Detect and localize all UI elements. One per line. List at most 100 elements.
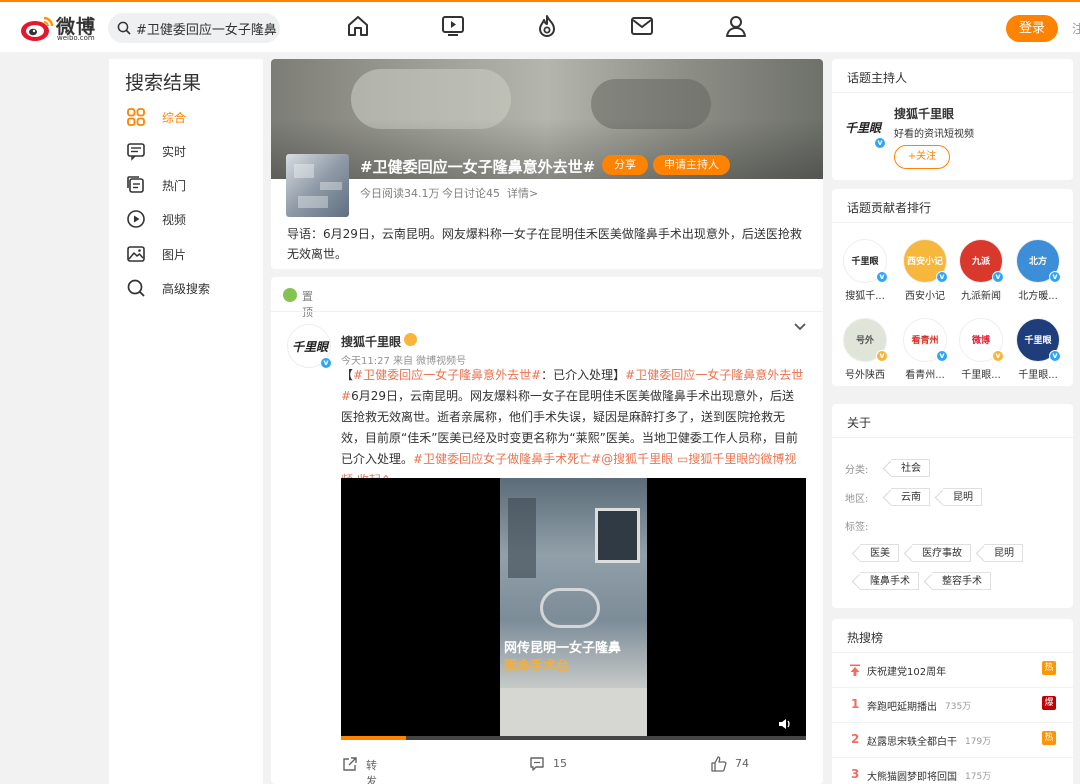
about-card-title: 关于 <box>847 416 872 430</box>
host-name[interactable]: 搜狐千里眼 <box>894 105 954 122</box>
hot-search-heat: 179万 <box>965 737 992 747</box>
post-body: 【#卫健委回应一女子隆鼻意外去世#：已介入处理】#卫健委回应一女子隆鼻意外去世#… <box>341 365 805 491</box>
sidebar-item-hot[interactable]: 热门 <box>126 175 256 195</box>
hot-icon <box>127 176 144 193</box>
contributor-avatar-text: 千里眼 <box>1024 336 1052 346</box>
contributor-card: 话题贡献者排行 千里眼 v 搜狐千... 西安小记 v 西安小记 九派 v 九派新闻 北方 v 北方暖… <box>832 189 1073 386</box>
contributor-avatar-text: 九派 <box>971 257 990 267</box>
tag-rhinoplasty[interactable]: 隆鼻手术 <box>860 572 919 590</box>
sidebar-item-label: 热门 <box>162 179 187 193</box>
post-card: 置顶 千里眼 v 搜狐千里眼 今天11:27 来自 微博视频号 【#卫健委回应一… <box>271 277 823 784</box>
grid-icon <box>127 108 145 126</box>
video-player[interactable]: 网传昆明一女子隆鼻 殒命手术台 <box>341 478 806 740</box>
post-text: 【 <box>341 368 354 382</box>
thumbs-up-icon <box>711 756 727 772</box>
apply-host-button[interactable]: 申请主持人 <box>653 155 730 175</box>
volume-icon[interactable] <box>778 718 792 730</box>
hot-rank: 1 <box>851 697 860 711</box>
hot-search-row[interactable]: 1 奔跑吧延期播出 735万 爆 <box>832 688 1073 723</box>
tag-medical-accident[interactable]: 医疗事故 <box>912 544 971 562</box>
video-icon <box>127 210 145 228</box>
sidebar-item-label: 视频 <box>162 213 187 227</box>
video-nav-icon[interactable] <box>441 14 465 38</box>
share-button[interactable]: 分享 <box>602 155 648 175</box>
author-name[interactable]: 搜狐千里眼 <box>341 333 401 350</box>
sidebar-item-label: 实时 <box>162 145 187 159</box>
message-icon[interactable] <box>630 14 654 38</box>
search-input[interactable] <box>136 13 278 43</box>
contributor-name[interactable]: 搜狐千... <box>839 287 891 302</box>
comment-icon <box>530 757 544 771</box>
sidebar-item-video[interactable]: 视频 <box>126 209 256 229</box>
hot-search-text[interactable]: 大熊猫圆梦即将回国 <box>867 768 957 783</box>
tag-cosmetic-surgery[interactable]: 整容手术 <box>932 572 991 590</box>
sidebar-item-realtime[interactable]: 实时 <box>126 141 256 161</box>
hot-fire-icon[interactable] <box>535 14 559 38</box>
contributor-name[interactable]: 北方暖... <box>1012 287 1064 302</box>
contributor-avatar-text: 看青州 <box>911 336 939 346</box>
sidebar-item-comprehensive[interactable]: 综合 <box>126 107 256 127</box>
logo-sub: weibo.com <box>57 34 95 42</box>
hot-search-card: 热搜榜 庆祝建党102周年热 1 奔跑吧延期播出 735万爆 2 赵露思宋轶全都白干 179… <box>832 619 1073 784</box>
sidebar-item-picture[interactable]: 图片 <box>126 244 256 264</box>
contributor-name[interactable]: 九派新闻 <box>955 287 1007 302</box>
contributor-name[interactable]: 千里眼... <box>955 366 1007 381</box>
hot-badge: 热 <box>1042 731 1056 745</box>
search-icon <box>117 21 131 35</box>
tag-society[interactable]: 社会 <box>891 459 930 477</box>
search-sidebar: 搜索结果 综合 实时 热门 视频 图片 高级搜索 <box>109 59 263 784</box>
verified-badge-icon: v <box>876 271 888 283</box>
contributor-avatar-text: 北方 <box>1028 257 1047 267</box>
post-link[interactable]: #卫健委回应女子做隆鼻手术死亡# <box>413 452 601 466</box>
topic-host-card: 话题主持人 千里眼 v 搜狐千里眼 好看的资讯短视频 +关注 <box>832 59 1073 180</box>
chevron-down-icon[interactable] <box>793 322 807 332</box>
verified-badge-icon: v <box>936 350 948 362</box>
follow-button[interactable]: +关注 <box>894 145 950 169</box>
contributor-avatar-text: 西安小记 <box>906 257 943 267</box>
verified-badge-icon: v <box>1049 350 1061 362</box>
host-desc: 好看的资讯短视频 <box>894 129 974 140</box>
repost-icon <box>343 757 357 771</box>
contributor-name[interactable]: 千里眼... <box>1012 366 1064 381</box>
weibo-logo[interactable]: 微博 weibo.com <box>20 12 100 44</box>
search-box[interactable] <box>108 13 280 43</box>
hot-rank: 3 <box>851 767 860 781</box>
contributor-avatar-text: 微博 <box>971 336 990 346</box>
details-link[interactable]: 详情> <box>507 185 538 201</box>
hot-badge: 热 <box>1042 661 1056 675</box>
contributor-avatar-text: 号外 <box>855 336 874 346</box>
topic-thumbnail[interactable] <box>286 154 349 217</box>
search-icon <box>127 279 145 297</box>
topic-lead: 导语：6月29日，云南昆明。网友爆料称一女子在昆明佳禾医美做隆鼻手术出现意外，后… <box>287 227 802 261</box>
contributor-name[interactable]: 号外陕西 <box>839 366 891 381</box>
profile-icon[interactable] <box>724 14 748 38</box>
video-frame <box>500 478 647 736</box>
verified-badge-icon: v <box>992 350 1004 362</box>
sidebar-item-advanced-search[interactable]: 高级搜索 <box>126 278 256 298</box>
tag-medical-beauty[interactable]: 医美 <box>860 544 899 562</box>
tag-kunming-2[interactable]: 昆明 <box>984 544 1023 562</box>
tag-kunming[interactable]: 昆明 <box>943 488 982 506</box>
hot-search-row[interactable]: 3 大熊猫圆梦即将回国 175万 <box>832 758 1073 784</box>
tag-yunnan[interactable]: 云南 <box>891 488 930 506</box>
hot-search-title: 热搜榜 <box>847 631 884 645</box>
hot-search-row[interactable]: 庆祝建党102周年 热 <box>832 653 1073 688</box>
about-card: 关于 分类: 社会 地区: 云南 昆明 标签: 医美 医疗事故 昆明 隆鼻手术 … <box>832 404 1073 608</box>
topic-title: #卫健委回应一女子隆鼻意外去世# <box>360 158 596 176</box>
video-progress-bar[interactable] <box>341 736 806 740</box>
hot-search-row[interactable]: 2 赵露思宋轶全都白干 179万 热 <box>832 723 1073 758</box>
realtime-icon <box>127 143 145 161</box>
contributor-avatar-text: 千里眼 <box>851 257 879 267</box>
hot-search-text[interactable]: 赵露思宋轶全都白干 <box>867 733 957 748</box>
hot-search-text[interactable]: 庆祝建党102周年 <box>867 663 946 678</box>
register-link[interactable]: 注 <box>1072 20 1080 37</box>
contributor-name[interactable]: 看青州... <box>899 366 951 381</box>
verified-badge-icon: v <box>320 357 332 369</box>
login-button[interactable]: 登录 <box>1006 15 1058 42</box>
contributor-name[interactable]: 西安小记 <box>899 287 951 302</box>
post-link[interactable]: @搜狐千里眼 <box>601 452 673 466</box>
home-icon[interactable] <box>346 14 370 38</box>
hot-rank: 2 <box>851 732 860 746</box>
hot-search-text[interactable]: 奔跑吧延期播出 <box>867 698 937 713</box>
post-link[interactable]: #卫健委回应一女子隆鼻意外去世# <box>353 368 541 382</box>
